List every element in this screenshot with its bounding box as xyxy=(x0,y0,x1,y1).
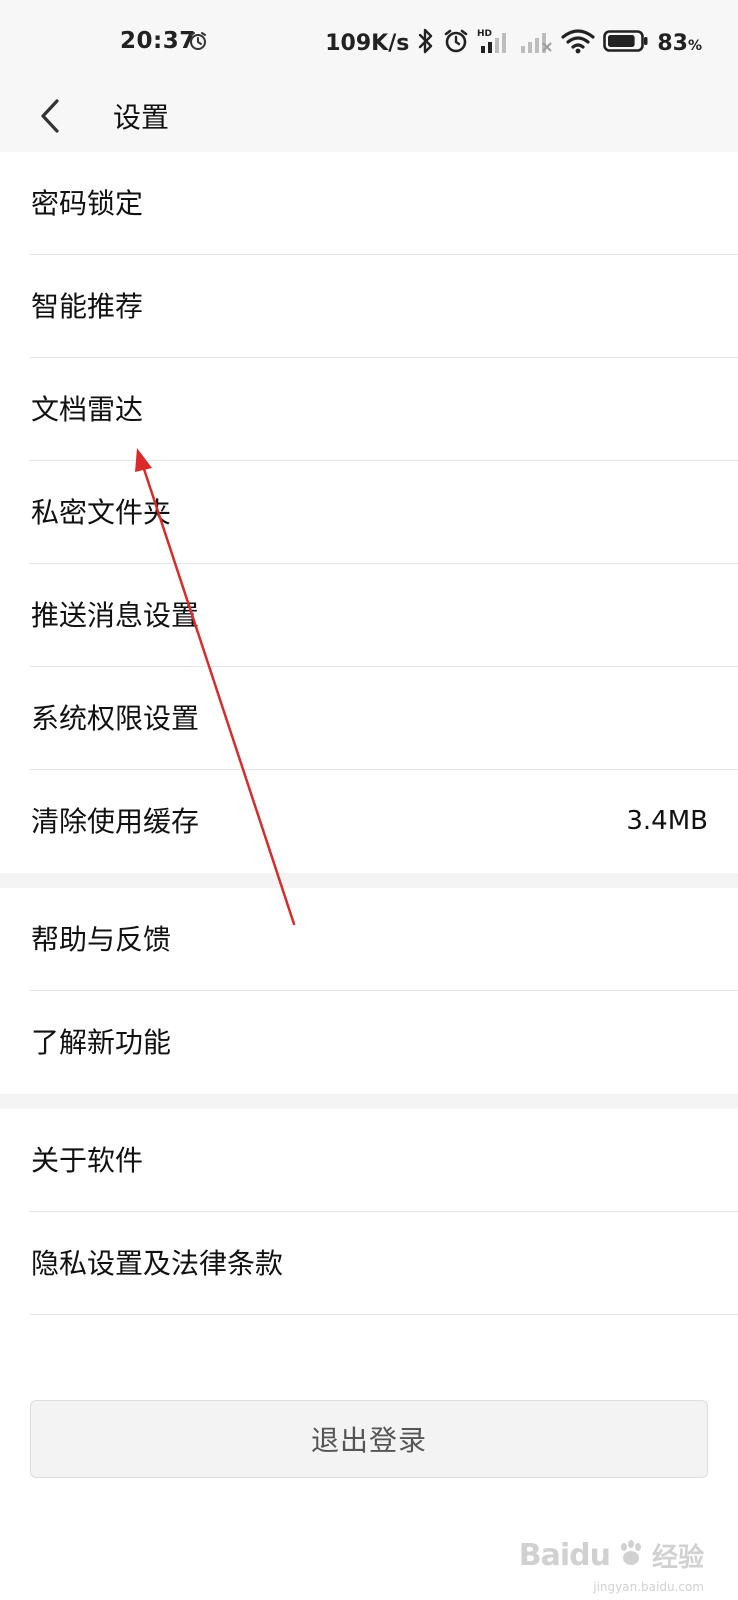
setting-label: 清除使用缓存 xyxy=(31,805,200,838)
setting-document-radar[interactable]: 文档雷达 xyxy=(0,358,738,461)
setting-private-folder[interactable]: 私密文件夹 xyxy=(0,461,738,564)
watermark-brand: Baidu xyxy=(518,1538,611,1573)
row-divider xyxy=(30,1314,738,1315)
setting-password-lock[interactable]: 密码锁定 xyxy=(0,152,738,255)
setting-whats-new[interactable]: 了解新功能 xyxy=(0,991,738,1094)
setting-label: 系统权限设置 xyxy=(31,702,200,735)
watermark-text: 经验 xyxy=(651,1543,704,1573)
setting-help-feedback[interactable]: 帮助与反馈 xyxy=(0,888,738,991)
setting-label: 密码锁定 xyxy=(31,187,144,220)
top-app-bar: 设置 xyxy=(0,84,738,152)
settings-section-about: 关于软件 隐私设置及法律条款 xyxy=(0,1109,738,1315)
svg-text:HD: HD xyxy=(477,29,492,39)
cache-size-value: 3.4MB xyxy=(626,806,708,836)
setting-system-permissions[interactable]: 系统权限设置 xyxy=(0,667,738,770)
logout-button[interactable]: 退出登录 xyxy=(30,1400,708,1478)
setting-label: 隐私设置及法律条款 xyxy=(31,1247,284,1280)
page-title: 设置 xyxy=(113,101,170,134)
settings-section-help: 帮助与反馈 了解新功能 xyxy=(0,888,738,1094)
setting-label: 推送消息设置 xyxy=(31,599,200,632)
setting-push-notifications[interactable]: 推送消息设置 xyxy=(0,564,738,667)
status-time: 20:37 xyxy=(120,28,196,54)
watermark-url: jingyan.baidu.com xyxy=(593,1580,704,1594)
battery-icon xyxy=(603,28,649,58)
bluetooth-icon xyxy=(417,27,435,59)
setting-smart-recommend[interactable]: 智能推荐 xyxy=(0,255,738,358)
setting-label: 帮助与反馈 xyxy=(31,923,172,956)
setting-privacy-legal[interactable]: 隐私设置及法律条款 xyxy=(0,1212,738,1315)
status-indicators: 109K/s HD 83% xyxy=(325,26,702,60)
paw-icon xyxy=(616,1539,646,1573)
setting-about-software[interactable]: 关于软件 xyxy=(0,1109,738,1212)
back-button[interactable] xyxy=(26,84,74,152)
status-bar: 20:37 109K/s HD 83% xyxy=(0,0,738,84)
chevron-left-icon xyxy=(38,98,62,138)
setting-label: 文档雷达 xyxy=(31,393,144,426)
network-speed: 109K/s xyxy=(325,30,410,56)
setting-label: 私密文件夹 xyxy=(31,496,172,529)
setting-label: 了解新功能 xyxy=(31,1026,172,1059)
hd-signal-icon: HD xyxy=(477,27,511,59)
signal-no-service-icon xyxy=(519,27,553,59)
alarm-icon xyxy=(188,31,208,55)
alarm-clock-icon xyxy=(443,28,469,58)
section-gap xyxy=(0,873,738,888)
wifi-icon xyxy=(561,27,595,59)
setting-clear-cache[interactable]: 清除使用缓存 3.4MB xyxy=(0,770,738,873)
setting-label: 智能推荐 xyxy=(31,290,144,323)
section-gap xyxy=(0,1094,738,1109)
battery-percentage: 83% xyxy=(657,30,702,56)
setting-label: 关于软件 xyxy=(31,1144,144,1177)
settings-section-general: 密码锁定 智能推荐 文档雷达 私密文件夹 推送消息设置 系统权限设置 清除使用缓… xyxy=(0,152,738,873)
baidu-watermark: Baidu 经验 jingyan.baidu.com xyxy=(518,1537,704,1594)
